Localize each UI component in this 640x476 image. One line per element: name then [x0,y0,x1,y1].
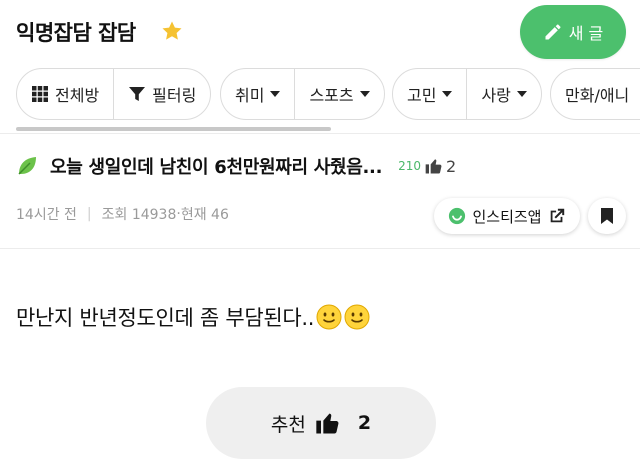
post-title: 오늘 생일인데 남친이 6천만원짜리 사줬음... [50,157,383,178]
sports-label: 스포츠 [309,86,354,105]
category-group-1: 취미 스포츠 [220,68,385,120]
love-dropdown[interactable]: 사랑 [466,69,540,119]
thumbs-up-icon [316,413,339,434]
caret-down-icon [270,91,281,97]
filtering-button[interactable]: 필터링 [113,69,210,119]
board-title: 익명잡담 잡담 [16,21,136,45]
smiley-emoji-icon [316,304,342,330]
bookmark-icon [601,208,613,224]
meta-separator: | [86,206,92,222]
comics-anime-button[interactable]: 만화/애니 [551,69,640,119]
smile-icon [449,207,466,225]
post-title-row: 오늘 생일인데 남친이 6천만원짜리 사줬음... 210 2 [16,150,626,182]
post-body-text: 만난지 반년정도인데 좀 부담된다.. [16,306,315,330]
header: 익명잡담 잡담 새 글 [0,0,640,64]
filtering-label: 필터링 [152,86,197,105]
hobby-dropdown[interactable]: 취미 [221,69,294,119]
star-icon[interactable] [160,19,184,43]
hobby-label: 취미 [235,86,265,105]
category-group-2: 고민 사랑 [392,68,542,120]
view-count: 조회 14938 [101,207,177,223]
worry-label: 고민 [407,86,437,105]
comment-count[interactable]: 210 [398,159,421,173]
post-time: 14시간 전 [16,207,77,223]
leaf-icon [18,157,36,175]
bookmark-button[interactable] [588,198,626,234]
horizontal-scrollbar[interactable] [16,127,331,131]
all-rooms-button[interactable]: 전체방 [17,69,113,119]
thumbs-up-icon [425,159,442,174]
room-filter-group: 전체방 필터링 [16,68,212,120]
comics-anime-label: 만화/애니 [565,86,630,105]
recommend-count: 2 [357,412,372,434]
caret-down-icon [359,91,370,97]
like-count: 2 [446,156,457,176]
post-body: 만난지 반년정도인데 좀 부담된다.. [16,302,370,332]
filter-icon [129,87,146,101]
worry-dropdown[interactable]: 고민 [393,69,466,119]
all-rooms-label: 전체방 [55,86,100,105]
insti-app-label: 인스티즈앱 [472,207,542,226]
grid-icon [32,86,48,102]
filter-bar[interactable]: 전체방 필터링 취미 스포츠 고민 사랑 만화/애니 [0,66,640,122]
divider [0,248,640,249]
recommend-button[interactable]: 추천 2 [206,387,436,459]
caret-down-icon [516,91,527,97]
write-button[interactable]: 새 글 [520,5,626,59]
write-button-label: 새 글 [568,24,604,43]
smiley-emoji-icon [344,304,370,330]
recommend-label: 추천 [270,413,306,436]
category-group-3: 만화/애니 [550,68,640,120]
external-link-icon [550,208,564,223]
caret-down-icon [442,91,453,97]
sports-dropdown[interactable]: 스포츠 [294,69,383,119]
current-viewers: 현재 46 [180,207,229,223]
love-label: 사랑 [481,86,511,105]
divider [0,133,640,134]
pencil-icon [545,24,561,40]
post-meta: 14시간 전 | 조회 14938 · 현재 46 [16,204,229,224]
like-count-inline: 2 [424,156,456,176]
insti-app-button[interactable]: 인스티즈앱 [434,198,580,234]
